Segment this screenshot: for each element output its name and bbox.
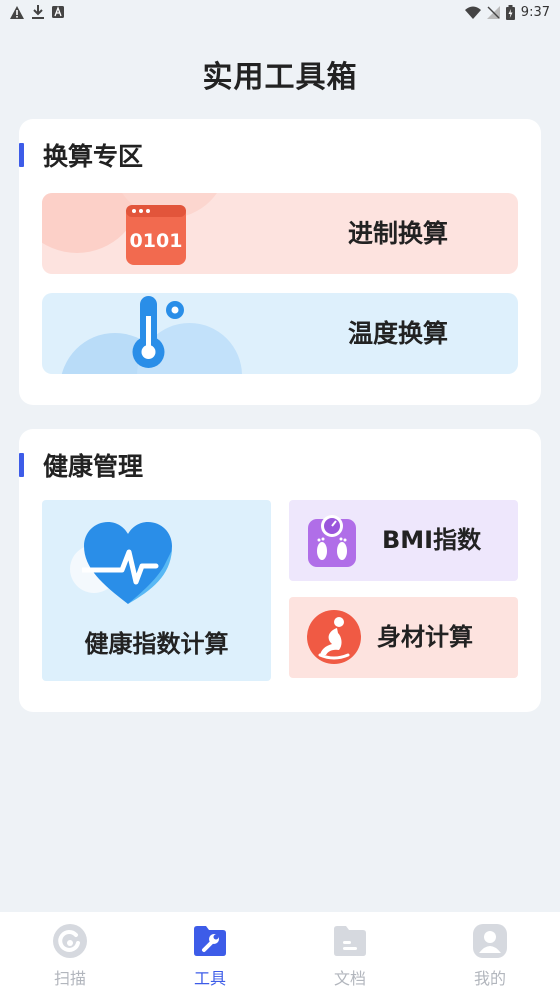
binary-conversion-tile[interactable]: 0101 进制换算: [42, 193, 518, 274]
section-accent-bar: [19, 453, 24, 477]
nav-item-docs[interactable]: 文档: [280, 912, 420, 997]
health-section-card: 健康管理 健康指数计算 BMI指数 身材计算: [19, 429, 541, 712]
binary-icon-text: 0101: [130, 230, 183, 252]
bmi-index-tile[interactable]: BMI指数: [289, 500, 518, 581]
page-title: 实用工具箱: [202, 60, 358, 95]
health-index-label: 健康指数计算: [84, 630, 229, 658]
wifi-icon: [464, 6, 481, 19]
no-signal-icon: [486, 5, 500, 19]
status-time: 9:37: [520, 4, 550, 20]
body-calculation-label: 身材计算: [377, 623, 473, 651]
convert-section-header: 换算专区: [19, 141, 143, 171]
battery-charging-icon: [505, 4, 515, 20]
temperature-conversion-tile[interactable]: 温度换算: [42, 293, 518, 374]
nav-label-mine: 我的: [473, 969, 506, 988]
health-section-header: 健康管理: [19, 451, 143, 481]
thermometer-icon: [132, 296, 184, 368]
convert-section-title: 换算专区: [43, 142, 144, 171]
status-bar-right: 9:37: [464, 4, 550, 20]
scale-icon: [308, 515, 356, 567]
nav-item-scan[interactable]: 扫描: [0, 912, 140, 997]
health-index-tile[interactable]: 健康指数计算: [42, 500, 271, 681]
convert-section-card: 换算专区 0101 进制换算 温度换算: [19, 119, 541, 405]
bottom-navigation: 扫描 工具 文档 我的: [0, 912, 560, 997]
warning-icon: [10, 5, 24, 19]
body-calculation-tile[interactable]: 身材计算: [289, 597, 518, 678]
nav-item-tools[interactable]: 工具: [140, 912, 280, 997]
health-section-title: 健康管理: [43, 452, 144, 481]
nav-label-tools: 工具: [193, 969, 226, 988]
user-icon: [473, 924, 507, 958]
section-accent-bar: [19, 143, 24, 167]
nav-label-docs: 文档: [333, 969, 366, 988]
download-icon: [32, 5, 44, 19]
bmi-index-label: BMI指数: [382, 526, 482, 554]
wrench-icon: [194, 926, 226, 956]
folder-icon: [334, 926, 366, 956]
binary-0101-icon: 0101: [126, 205, 186, 265]
scan-icon: [53, 924, 87, 958]
font-icon: [52, 6, 64, 18]
app-screen: 9:37 实用工具箱 换算专区 0101 进制换算 温度换算 健康管理 健康指数…: [0, 0, 560, 997]
status-bar-left: [10, 5, 64, 19]
nav-item-mine[interactable]: 我的: [420, 912, 560, 997]
heart-pulse-icon: [82, 522, 172, 604]
temperature-conversion-label: 温度换算: [347, 319, 448, 348]
body-figure-icon: [307, 610, 361, 664]
nav-label-scan: 扫描: [53, 969, 86, 988]
status-bar: 9:37: [0, 0, 560, 24]
binary-conversion-label: 进制换算: [347, 219, 448, 248]
